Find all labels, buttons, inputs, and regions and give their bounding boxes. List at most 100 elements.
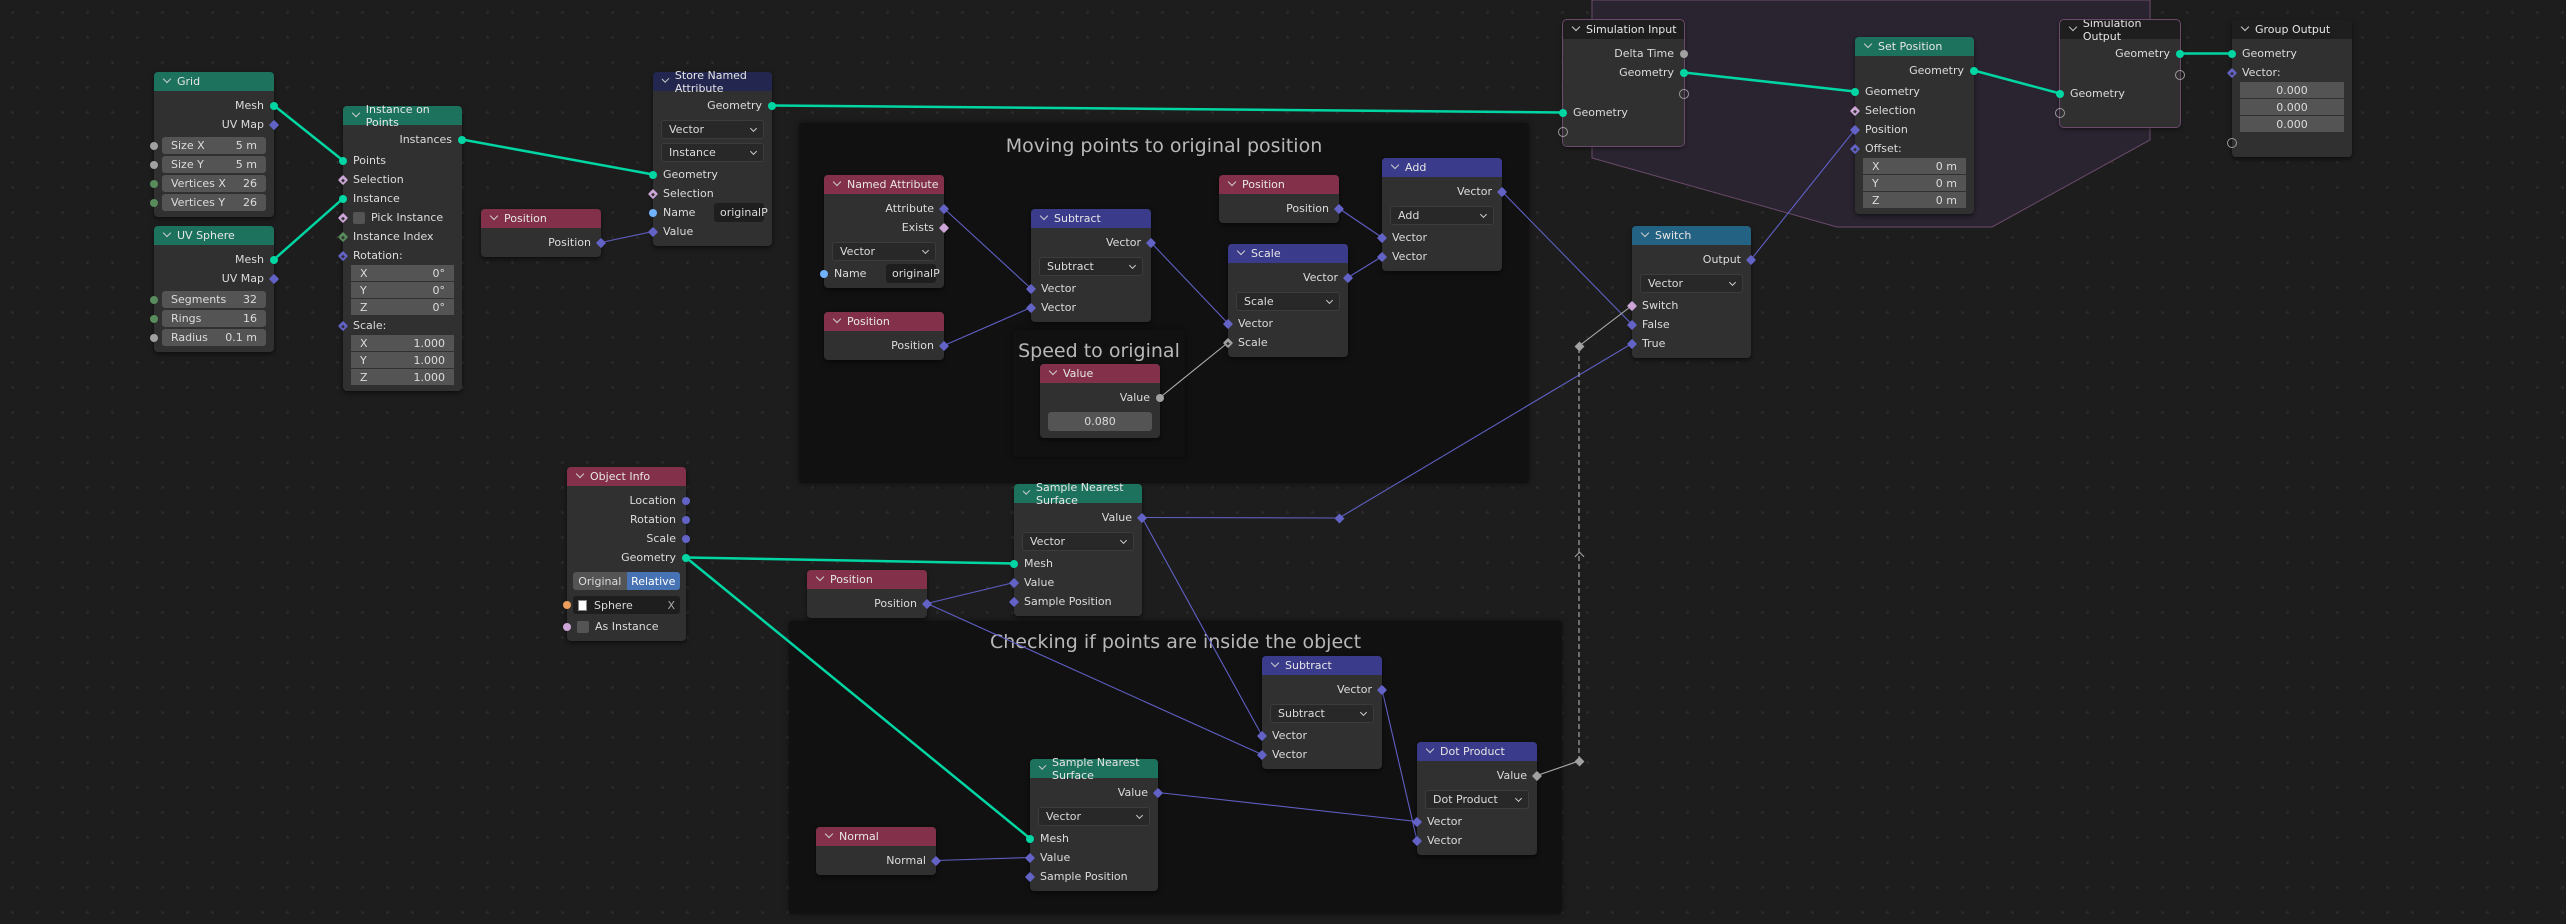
number-field[interactable]: Y 0 m [1863, 175, 1966, 191]
number-field[interactable]: 0.000 [2240, 82, 2344, 98]
node-header[interactable]: UV Sphere [154, 226, 274, 245]
number-field[interactable]: X 1.000 [351, 335, 454, 351]
collapse-chevron-icon[interactable] [575, 469, 585, 479]
collapse-chevron-icon[interactable] [661, 75, 670, 83]
node-sub2[interactable]: Subtract Vector Subtract Vector Vector [1256, 656, 1388, 769]
int-socket[interactable] [150, 295, 158, 304]
collapse-chevron-icon[interactable] [489, 211, 499, 221]
node-header[interactable]: Sample Nearest Surface [1014, 481, 1142, 507]
object-selector[interactable]: Sphere X [573, 596, 680, 614]
number-field[interactable]: Rings 16 [162, 310, 266, 327]
node-header[interactable]: Subtract [1031, 209, 1151, 228]
string-socket[interactable] [649, 208, 657, 217]
geometry-socket[interactable] [1970, 66, 1978, 75]
node-header[interactable]: Add [1382, 158, 1502, 177]
vector-socket[interactable] [682, 496, 690, 505]
collapse-chevron-icon[interactable] [1863, 39, 1873, 49]
node-header[interactable]: Store Named Attribute [653, 69, 772, 95]
float-socket[interactable] [150, 333, 158, 342]
number-field[interactable]: Y 0° [351, 282, 454, 298]
collapse-chevron-icon[interactable] [162, 74, 172, 84]
number-field[interactable]: Radius 0.1 m [162, 329, 266, 346]
dropdown[interactable]: Vector [1022, 532, 1134, 551]
node-header[interactable]: Position [807, 570, 927, 589]
toggle-original[interactable]: Original [573, 572, 627, 590]
dropdown[interactable]: Instance [661, 143, 764, 162]
node-pos4[interactable]: Position Position [807, 570, 933, 618]
node-header[interactable]: Simulation Output [2060, 17, 2180, 43]
node-header[interactable]: Simulation Input [1563, 20, 1684, 39]
collapse-chevron-icon[interactable] [1038, 762, 1047, 770]
collapse-chevron-icon[interactable] [1640, 228, 1650, 238]
collapse-chevron-icon[interactable] [2240, 22, 2250, 32]
number-field[interactable]: Size X 5 m [162, 137, 266, 154]
number-field[interactable]: X 0° [351, 265, 454, 281]
number-field[interactable]: Segments 32 [162, 291, 266, 308]
virtual-socket[interactable] [2175, 69, 2185, 80]
node-obj[interactable]: Object Info Location Rotation Scale Geometry… [563, 467, 690, 641]
node-switch[interactable]: Switch Output Vector Switch False True [1626, 226, 1757, 358]
collapse-chevron-icon[interactable] [1425, 744, 1435, 754]
number-field[interactable]: Vertices Y 26 [162, 194, 266, 211]
vector-socket[interactable] [682, 515, 690, 524]
node-header[interactable]: Set Position [1855, 37, 1974, 56]
virtual-socket[interactable] [1679, 88, 1689, 99]
geometry-socket[interactable] [458, 135, 466, 144]
virtual-socket[interactable] [2227, 137, 2237, 148]
geometry-socket[interactable] [1680, 68, 1688, 77]
node-header[interactable]: Grid [154, 72, 274, 91]
collapse-chevron-icon[interactable] [1227, 177, 1237, 187]
dropdown[interactable]: Vector [1038, 807, 1150, 826]
geometry-socket[interactable] [649, 170, 657, 179]
virtual-socket[interactable] [2055, 107, 2065, 118]
number-field[interactable]: Z 0 m [1863, 192, 1966, 208]
node-val[interactable]: Value Value 0.080 [1040, 364, 1164, 438]
geometry-socket[interactable] [2056, 89, 2064, 98]
geometry-socket[interactable] [1559, 108, 1567, 117]
node-normal[interactable]: Normal Normal [816, 827, 942, 875]
node-pos2[interactable]: Position Position [824, 312, 950, 360]
node-header[interactable]: Position [1219, 175, 1339, 194]
geometry-socket[interactable] [1026, 834, 1034, 843]
node-named[interactable]: Named Attribute Attribute Exists Vector Name… [820, 175, 950, 288]
float-socket[interactable] [1680, 49, 1688, 58]
node-header[interactable]: Sample Nearest Surface [1030, 756, 1158, 782]
geometry-socket[interactable] [2228, 49, 2236, 58]
node-header[interactable]: Position [824, 312, 944, 331]
float-socket[interactable] [150, 160, 158, 169]
bool-socket[interactable] [563, 622, 571, 631]
dropdown[interactable]: Subtract [1039, 257, 1143, 276]
node-sns1[interactable]: Sample Nearest Surface Value Vector Mesh Val… [1008, 481, 1148, 616]
collapse-chevron-icon[interactable] [1571, 22, 1581, 32]
vector-socket[interactable] [682, 534, 690, 543]
node-header[interactable]: Subtract [1262, 656, 1382, 675]
collapse-chevron-icon[interactable] [832, 177, 842, 187]
collapse-chevron-icon[interactable] [1048, 366, 1058, 376]
number-field[interactable]: 0.000 [2240, 99, 2344, 115]
int-socket[interactable] [150, 198, 158, 207]
checkbox[interactable] [353, 211, 365, 224]
geometry-socket[interactable] [682, 553, 690, 562]
node-add[interactable]: Add Vector Add Vector Vector [1376, 158, 1508, 271]
geometry-socket[interactable] [339, 156, 347, 165]
float-socket[interactable] [1156, 393, 1164, 402]
node-header[interactable]: Position [481, 209, 601, 228]
name-input[interactable]: originalP [886, 264, 940, 283]
node-iop[interactable]: Instance on Points Instances Points Selecti… [337, 103, 466, 391]
collapse-chevron-icon[interactable] [2068, 22, 2078, 32]
geometry-socket[interactable] [270, 255, 278, 264]
node-header[interactable]: Normal [816, 827, 936, 846]
dropdown[interactable]: Subtract [1270, 704, 1374, 723]
node-header[interactable]: Dot Product [1417, 742, 1537, 761]
number-field[interactable]: X 0 m [1863, 158, 1966, 174]
dropdown[interactable]: Scale [1236, 292, 1340, 311]
float-socket[interactable] [150, 141, 158, 150]
object-socket[interactable] [563, 601, 571, 609]
collapse-chevron-icon[interactable] [1236, 246, 1246, 256]
number-field[interactable]: Size Y 5 m [162, 156, 266, 173]
geometry-socket[interactable] [339, 194, 347, 203]
int-socket[interactable] [150, 314, 158, 323]
collapse-chevron-icon[interactable] [1390, 160, 1400, 170]
node-sub1[interactable]: Subtract Vector Subtract Vector Vector [1025, 209, 1157, 322]
number-field[interactable]: Z 1.000 [351, 369, 454, 385]
